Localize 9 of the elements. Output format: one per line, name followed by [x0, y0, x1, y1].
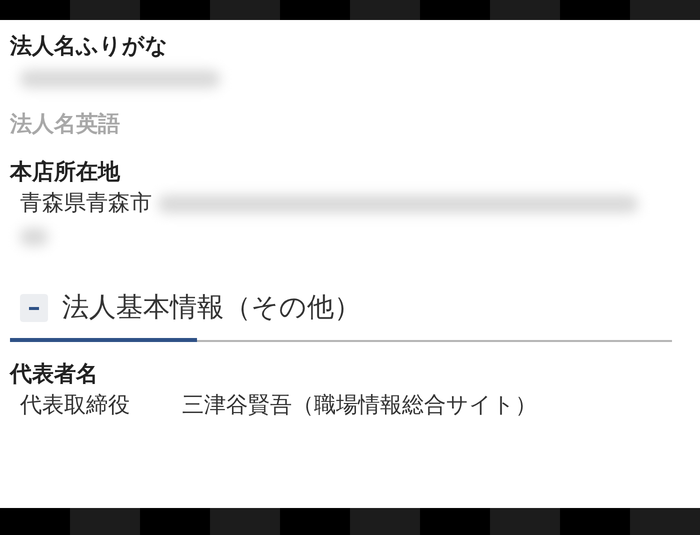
field-label: 法人名ふりがな: [10, 33, 169, 61]
section-title: 法人基本情報（その他）: [62, 291, 361, 325]
field-label: 法人名英語: [10, 111, 121, 139]
field-label: 代表者名: [10, 361, 99, 389]
field-value: 青森県青森市: [20, 190, 152, 218]
field-value: 三津谷賢吾（職場情報総合サイト）: [182, 392, 537, 420]
collapse-toggle[interactable]: [20, 294, 48, 322]
field-label: 本店所在地: [10, 158, 122, 187]
field-value: 代表取締役: [20, 392, 130, 420]
